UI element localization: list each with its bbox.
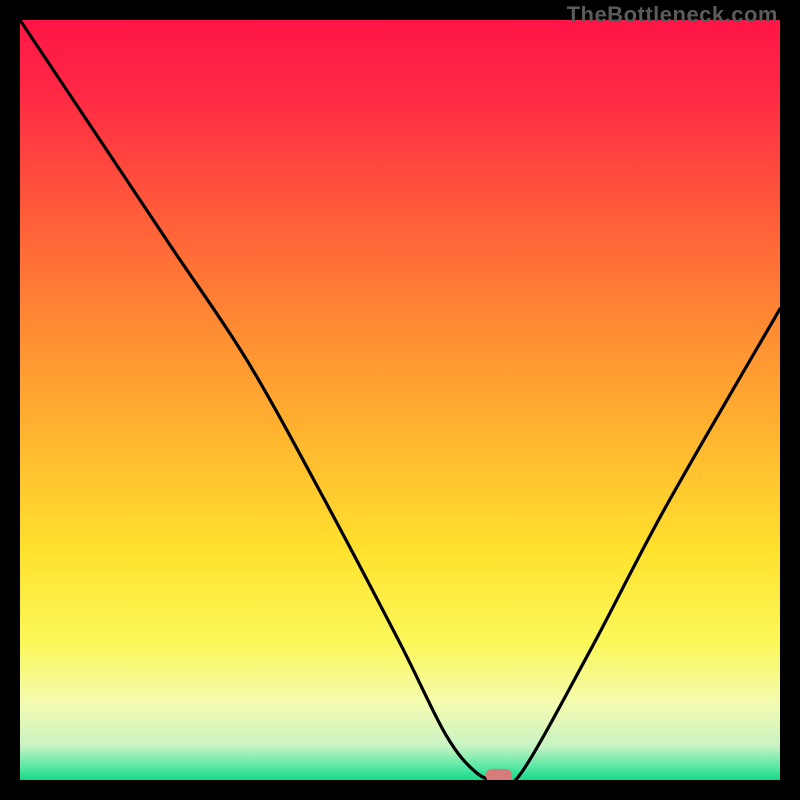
optimum-marker [486, 769, 512, 780]
watermark-text: TheBottleneck.com [567, 2, 778, 28]
chart-svg [20, 20, 780, 780]
plot-background [20, 20, 780, 780]
chart-frame [20, 20, 780, 780]
